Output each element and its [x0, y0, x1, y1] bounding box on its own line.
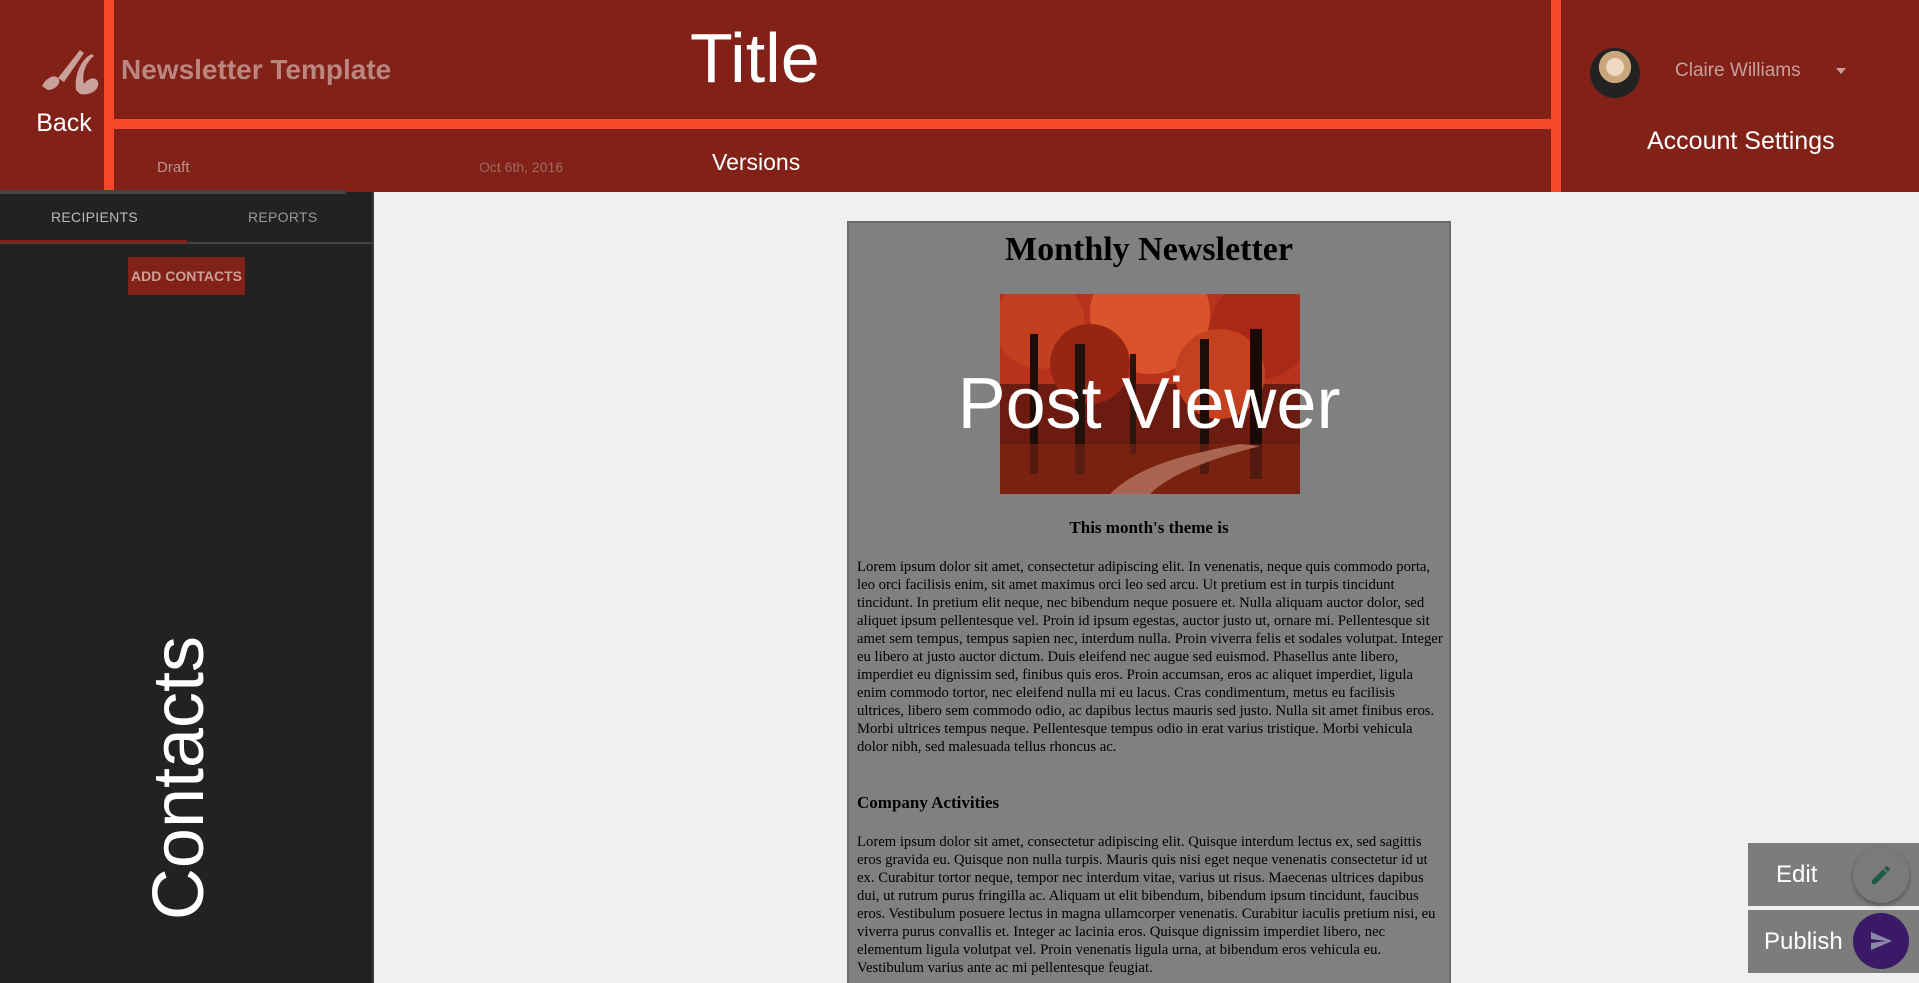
newsletter-title[interactable]: Newsletter Template [121, 54, 391, 86]
newsletter-heading: Monthly Newsletter [1005, 231, 1293, 268]
app-header: Back Newsletter Template Title Draft Oct… [0, 0, 1919, 192]
title-region-label: Title [690, 19, 820, 97]
title-region-divider [106, 119, 1555, 129]
contacts-region-label: Contacts [139, 635, 219, 921]
body-paragraph: Lorem ipsum dolor sit amet, consectetur … [857, 559, 1443, 755]
brush-logo-icon [42, 50, 99, 95]
newsletter-preview[interactable]: Monthly Newsletter Post Viewer This mont… [847, 221, 1451, 983]
active-tab-indicator [0, 240, 187, 243]
body-paragraph: Lorem ipsum dolor sit amet, consectetur … [857, 834, 1436, 976]
title-region-left-border [104, 0, 114, 192]
section-heading: Company Activities [857, 793, 1000, 812]
back-button[interactable]: Back [0, 0, 104, 192]
tab-reports[interactable]: REPORTS [248, 209, 318, 225]
post-viewer-area: Monthly Newsletter Post Viewer This mont… [376, 192, 1919, 983]
add-contacts-button[interactable]: ADD CONTACTS [128, 257, 245, 295]
send-icon [1871, 932, 1892, 950]
account-settings-label: Account Settings [1647, 127, 1835, 155]
theme-heading: This month's theme is [1069, 518, 1229, 537]
pencil-icon [1872, 865, 1890, 884]
post-viewer-label: Post Viewer [957, 364, 1341, 444]
version-date[interactable]: Oct 6th, 2016 [479, 159, 563, 175]
contacts-sidebar: RECIPIENTS REPORTS ADD CONTACTS Contacts [0, 190, 374, 983]
version-status[interactable]: Draft [157, 159, 190, 176]
edit-label: Edit [1776, 861, 1818, 888]
sidebar-tabs: RECIPIENTS REPORTS [0, 192, 374, 244]
dropdown-caret-icon[interactable] [1836, 68, 1846, 74]
publish-button[interactable] [1853, 913, 1909, 969]
edit-action[interactable]: Edit [1748, 843, 1919, 906]
tab-recipients[interactable]: RECIPIENTS [51, 209, 138, 225]
publish-action[interactable]: Publish [1748, 910, 1919, 973]
user-name[interactable]: Claire Williams [1675, 60, 1801, 82]
avatar[interactable] [1590, 48, 1640, 98]
edit-button[interactable] [1853, 847, 1909, 903]
versions-label: Versions [712, 149, 801, 175]
title-region-right-border [1551, 0, 1561, 192]
publish-label: Publish [1764, 928, 1843, 955]
